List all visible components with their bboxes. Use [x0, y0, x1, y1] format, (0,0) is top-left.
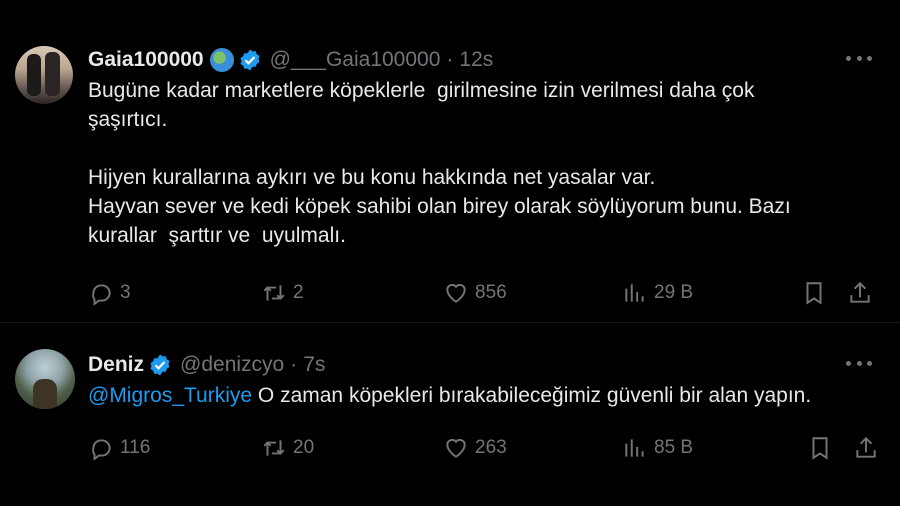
- tweet-header: Gaia100000 @___Gaia100000 · 12s: [88, 46, 493, 74]
- views-button[interactable]: 29 B: [622, 279, 693, 307]
- share-icon: [850, 281, 870, 303]
- handle[interactable]: @___Gaia100000: [270, 48, 441, 72]
- share-button[interactable]: [847, 279, 873, 307]
- action-bar: 116 20 263 85 B: [88, 434, 876, 462]
- bookmark-icon: [806, 282, 822, 305]
- like-icon: [446, 438, 466, 458]
- retweet-icon: [263, 440, 285, 456]
- tweet-text-line: kurallar şarttır ve uyulmalı.: [88, 224, 346, 247]
- reply-count: 3: [120, 282, 131, 303]
- separator-dot: ·: [446, 48, 454, 71]
- retweet-button[interactable]: 2: [261, 279, 304, 307]
- tweet-header: Deniz @denizcyo · 7s: [88, 351, 325, 379]
- bookmark-button[interactable]: [807, 434, 833, 462]
- tweet-text: @Migros_Turkiye O zaman köpekleri bıraka…: [88, 381, 811, 410]
- display-name[interactable]: Deniz: [88, 353, 144, 377]
- retweet-icon: [263, 285, 285, 301]
- bookmark-icon: [812, 437, 828, 460]
- tweet-text: Bugüne kadar marketlere köpeklerle giril…: [88, 76, 791, 250]
- reply-icon: [92, 284, 111, 306]
- view-count: 29 B: [654, 282, 694, 303]
- bookmark-button[interactable]: [801, 279, 827, 307]
- like-button[interactable]: 263: [443, 434, 507, 462]
- retweet-button[interactable]: 20: [261, 434, 314, 462]
- avatar[interactable]: [15, 349, 75, 409]
- globe-icon: [209, 48, 234, 72]
- mention-link[interactable]: @Migros_Turkiye: [88, 384, 252, 407]
- like-count: 856: [475, 282, 507, 303]
- like-icon: [446, 283, 466, 303]
- timestamp[interactable]: 12s: [459, 48, 493, 72]
- handle[interactable]: @denizcyo: [180, 353, 284, 377]
- verified-badge-icon: [240, 49, 260, 71]
- more-icon[interactable]: [846, 48, 872, 68]
- tweet-text-content: O zaman köpekleri bırakabileceğimiz güve…: [252, 384, 812, 407]
- reply-button[interactable]: 3: [88, 279, 131, 307]
- views-button[interactable]: 85 B: [622, 434, 693, 462]
- tweet-text-line: Hayvan sever ve kedi köpek sahibi olan b…: [88, 195, 791, 218]
- views-icon: [625, 439, 644, 457]
- share-button[interactable]: [853, 434, 879, 462]
- reply-icon: [92, 439, 111, 461]
- tweet-text-line: [88, 134, 791, 163]
- tweet-text-line: Hijyen kurallarına aykırı ve bu konu hak…: [88, 166, 656, 189]
- view-count: 85 B: [654, 437, 694, 458]
- display-name[interactable]: Gaia100000: [88, 48, 204, 72]
- separator-dot: ·: [290, 353, 298, 376]
- avatar[interactable]: [15, 46, 73, 104]
- verified-badge-icon: [150, 354, 170, 376]
- retweet-count: 2: [293, 282, 304, 303]
- divider: [0, 322, 900, 323]
- tweet-text-line: Bugüne kadar marketlere köpeklerle giril…: [88, 79, 755, 102]
- views-icon: [625, 284, 644, 302]
- like-count: 263: [475, 437, 507, 458]
- reply-button[interactable]: 116: [88, 434, 150, 462]
- timestamp[interactable]: 7s: [303, 353, 325, 377]
- reply-count: 116: [120, 437, 151, 458]
- action-bar: 3 2 856 29 B: [88, 279, 873, 307]
- tweet-text-line: şaşırtıcı.: [88, 108, 168, 131]
- more-icon[interactable]: [846, 353, 872, 373]
- like-button[interactable]: 856: [443, 279, 507, 307]
- share-icon: [856, 436, 876, 458]
- retweet-count: 20: [293, 437, 315, 458]
